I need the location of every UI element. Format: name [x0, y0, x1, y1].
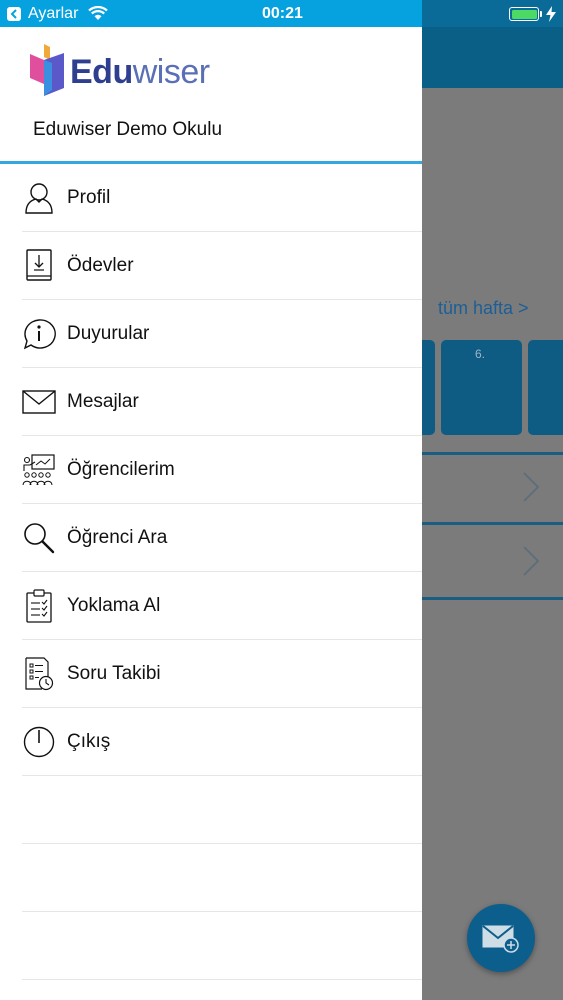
search-icon	[24, 522, 55, 553]
menu-item-homework[interactable]: Ödevler	[22, 232, 422, 300]
back-to-app-icon[interactable]	[7, 7, 21, 21]
menu-item-label: Duyurular	[67, 322, 150, 344]
info-bubble-icon	[23, 318, 56, 349]
divider	[405, 597, 563, 600]
all-week-link[interactable]: tüm hafta >	[438, 298, 529, 319]
question-tracking-icon	[25, 656, 54, 690]
school-name: Eduwiser Demo Okulu	[33, 119, 223, 140]
empty-menu-row	[22, 912, 422, 980]
charging-icon	[546, 6, 556, 22]
clipboard-check-icon	[26, 588, 52, 623]
menu-item-label: Ödevler	[67, 254, 134, 276]
menu-item-search-student[interactable]: Öğrenci Ara	[22, 504, 422, 572]
power-icon	[23, 726, 55, 757]
empty-menu-row	[22, 776, 422, 844]
menu-item-profile[interactable]: Profil	[22, 164, 422, 232]
day-tile[interactable]	[528, 340, 563, 435]
menu-item-label: Çıkış	[67, 730, 111, 752]
logo-mark-icon	[30, 44, 64, 96]
drawer-header: Eduwiser Eduwiser Demo Okulu	[0, 27, 422, 164]
back-app-label[interactable]: Ayarlar	[28, 5, 78, 23]
menu-item-take-attendance[interactable]: Yoklama Al	[22, 572, 422, 640]
envelope-icon	[22, 389, 56, 414]
clock: 00:21	[262, 5, 303, 22]
menu-item-label: Profil	[67, 186, 111, 208]
menu-item-my-students[interactable]: Öğrencilerim	[22, 436, 422, 504]
menu-item-label: Mesajlar	[67, 390, 139, 412]
divider	[405, 452, 563, 455]
eduwiser-logo: Eduwiser	[30, 44, 210, 100]
battery-icon	[509, 7, 539, 21]
navigation-drawer: Eduwiser Eduwiser Demo Okulu Profil Ödev…	[0, 27, 422, 1000]
menu-item-label: Soru Takibi	[67, 662, 161, 684]
divider	[405, 522, 563, 525]
menu-item-announcements[interactable]: Duyurular	[22, 300, 422, 368]
menu-item-logout[interactable]: Çıkış	[22, 708, 422, 776]
status-bar: Ayarlar 00:21	[0, 0, 563, 27]
chevron-right-icon[interactable]	[520, 470, 542, 504]
homework-icon	[26, 248, 52, 281]
empty-menu-row	[22, 844, 422, 912]
menu-item-label: Öğrenci Ara	[67, 526, 168, 548]
day-tile-number: 6.	[475, 347, 486, 361]
menu-item-label: Yoklama Al	[67, 594, 161, 616]
wifi-icon	[88, 6, 108, 20]
envelope-plus-icon	[482, 925, 519, 953]
user-icon	[25, 182, 53, 214]
chevron-right-icon[interactable]	[520, 544, 542, 578]
menu-item-label: Öğrencilerim	[67, 458, 175, 480]
classroom-icon	[22, 453, 55, 485]
menu-item-question-tracking[interactable]: Soru Takibi	[22, 640, 422, 708]
drawer-menu: Profil Ödevler Duyurular Mesajlar Öğrenc…	[22, 164, 422, 980]
compose-message-button[interactable]	[467, 904, 535, 972]
menu-item-messages[interactable]: Mesajlar	[22, 368, 422, 436]
